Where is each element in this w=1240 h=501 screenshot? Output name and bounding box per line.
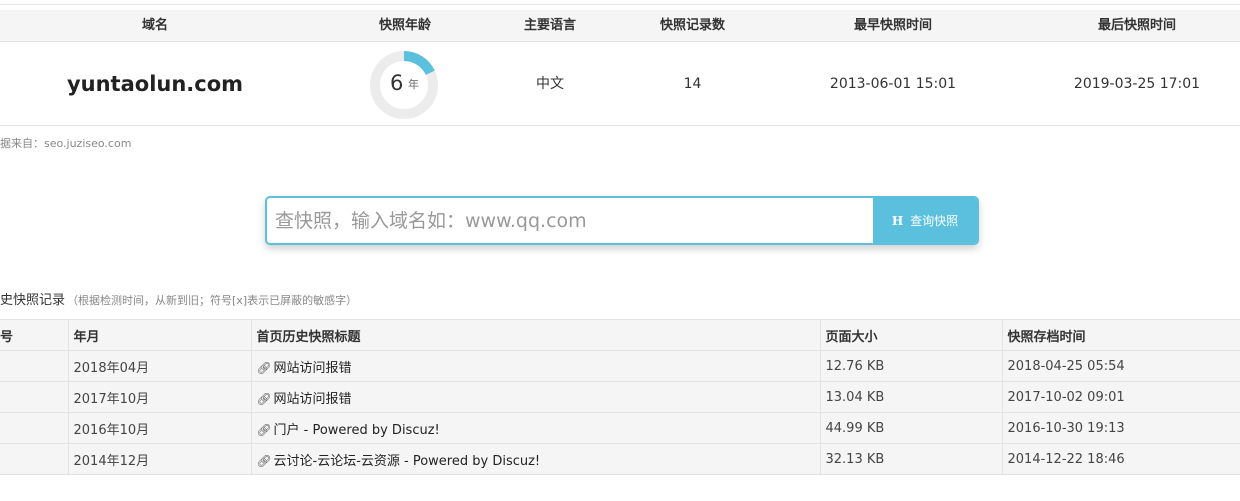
row-month: 2016年10月 <box>68 412 252 444</box>
history-title: 史快照记录 （根据检测时间，从新到旧；符号[x]表示已屏蔽的敏感字） <box>0 289 357 308</box>
snapshot-page: 域名 快照年龄 主要语言 快照记录数 最早快照时间 最后快照时间 yuntaol… <box>0 0 1240 501</box>
row-title-link[interactable]: 🔗︎ 网站访问报错 <box>251 350 821 382</box>
summary-header: 域名 快照年龄 主要语言 快照记录数 最早快照时间 最后快照时间 <box>0 10 1240 42</box>
history-title-text: 史快照记录 <box>0 293 66 308</box>
row-title: 云讨论-云论坛-云资源 - Powered by Discuz! <box>273 453 541 469</box>
language-value: 中文 <box>536 76 564 92</box>
search-box: H 查询快照 <box>265 196 979 245</box>
row-index <box>0 350 69 382</box>
table-row: 2018年04月 🔗︎ 网站访问报错 12.76 KB 2018-04-25 05… <box>0 350 1240 382</box>
row-size: 44.99 KB <box>820 412 1003 444</box>
row-title: 门户 - Powered by Discuz! <box>273 422 440 438</box>
source-note: 据来自：seo.juziseo.com <box>0 137 132 150</box>
history-hint: （根据检测时间，从新到旧；符号[x]表示已屏蔽的敏感字） <box>67 294 358 307</box>
row-time: 2014-12-22 18:46 <box>1002 443 1240 475</box>
link-icon: 🔗︎ <box>256 453 272 468</box>
age-value: 6 <box>390 71 404 95</box>
link-icon: 🔗︎ <box>256 391 272 406</box>
table-row: 2014年12月 🔗︎ 云讨论-云论坛-云资源 - Powered by Disc… <box>0 443 1240 475</box>
link-icon: 🔗︎ <box>256 360 272 375</box>
search-button-label: 查询快照 <box>910 214 959 228</box>
header-domain: 域名 <box>141 18 168 33</box>
earliest-value: 2013-06-01 15:01 <box>829 76 957 92</box>
search-input[interactable] <box>267 198 873 243</box>
row-time: 2017-10-02 09:01 <box>1002 381 1240 413</box>
row-title-link[interactable]: 🔗︎ 云讨论-云论坛-云资源 - Powered by Discuz! <box>251 443 821 475</box>
header-latest: 最后快照时间 <box>1097 18 1176 33</box>
domain-name: yuntaolun.com <box>66 72 244 96</box>
search-h-icon: H <box>891 213 904 228</box>
row-index <box>0 412 69 444</box>
header-language: 主要语言 <box>523 18 576 33</box>
latest-value: 2019-03-25 17:01 <box>1073 76 1201 92</box>
row-month: 2014年12月 <box>68 443 252 475</box>
col-time: 快照存档时间 <box>1002 319 1240 351</box>
history-table: 号 年月 首页历史快照标题 页面大小 快照存档时间 2018年04月 🔗︎ 网站访… <box>0 319 1240 475</box>
table-row: 2016年10月 🔗︎ 门户 - Powered by Discuz! 44.99… <box>0 412 1240 444</box>
row-time: 2016-10-30 19:13 <box>1002 412 1240 444</box>
top-divider <box>0 4 1240 5</box>
row-size: 32.13 KB <box>820 443 1003 475</box>
row-index <box>0 443 69 475</box>
row-size: 13.04 KB <box>820 381 1003 413</box>
search-button[interactable]: H 查询快照 <box>873 198 977 243</box>
row-title: 网站访问报错 <box>273 391 352 407</box>
record-count-value: 14 <box>683 76 702 92</box>
row-time: 2018-04-25 05:54 <box>1002 350 1240 382</box>
col-size: 页面大小 <box>820 319 1003 351</box>
age-unit: 年 <box>408 78 419 91</box>
age-ring-chart <box>370 51 438 119</box>
link-icon: 🔗︎ <box>256 422 272 437</box>
row-title-link[interactable]: 🔗︎ 门户 - Powered by Discuz! <box>251 412 821 444</box>
table-row: 2017年10月 🔗︎ 网站访问报错 13.04 KB 2017-10-02 09… <box>0 381 1240 413</box>
col-title: 首页历史快照标题 <box>251 319 821 351</box>
row-index <box>0 381 69 413</box>
summary-row: yuntaolun.com 6 年 中文 14 2013-06-01 15:01… <box>0 42 1240 126</box>
age-ring: 6 年 <box>368 49 440 121</box>
col-month: 年月 <box>68 319 252 351</box>
col-index: 号 <box>0 319 69 351</box>
row-month: 2018年04月 <box>68 350 252 382</box>
history-header-row: 号 年月 首页历史快照标题 页面大小 快照存档时间 <box>0 319 1240 351</box>
header-age: 快照年龄 <box>378 18 431 33</box>
header-earliest: 最早快照时间 <box>853 18 932 33</box>
row-month: 2017年10月 <box>68 381 252 413</box>
header-record-count: 快照记录数 <box>659 18 725 33</box>
row-title-link[interactable]: 🔗︎ 网站访问报错 <box>251 381 821 413</box>
row-title: 网站访问报错 <box>273 360 352 376</box>
row-size: 12.76 KB <box>820 350 1003 382</box>
